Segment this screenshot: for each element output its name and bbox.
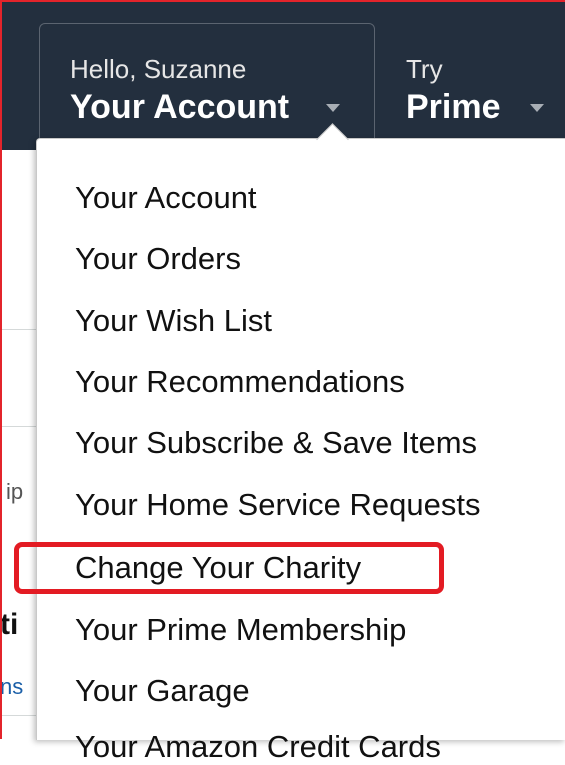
menu-item-your-wish-list[interactable]: Your Wish List <box>75 303 272 339</box>
menu-item-your-recommendations[interactable]: Your Recommendations <box>75 364 405 400</box>
divider <box>0 426 38 427</box>
menu-item-subscribe-save[interactable]: Your Subscribe & Save Items <box>75 425 477 461</box>
menu-item-prime-membership[interactable]: Your Prime Membership <box>75 612 406 648</box>
divider <box>0 329 38 330</box>
background-link-fragment[interactable]: ns <box>0 674 23 700</box>
chevron-down-icon <box>530 104 544 112</box>
menu-item-amazon-credit-cards[interactable]: Your Amazon Credit Cards <box>75 729 441 765</box>
background-text-fragment: ip <box>6 479 24 504</box>
menu-item-your-account[interactable]: Your Account <box>75 180 257 216</box>
menu-item-your-orders[interactable]: Your Orders <box>75 241 241 277</box>
try-prime-label: Try <box>406 54 443 84</box>
divider <box>0 715 38 716</box>
menu-item-your-garage[interactable]: Your Garage <box>75 673 250 709</box>
prime-button[interactable]: Prime <box>406 88 501 127</box>
account-greeting: Hello, Suzanne <box>70 54 247 84</box>
your-account-button[interactable]: Your Account <box>70 88 289 127</box>
menu-item-change-your-charity[interactable]: Change Your Charity <box>75 550 361 586</box>
chevron-down-icon <box>326 104 340 112</box>
background-text-fragment: ti <box>0 608 19 641</box>
menu-item-home-service-requests[interactable]: Your Home Service Requests <box>75 487 481 523</box>
background-page <box>0 150 38 739</box>
